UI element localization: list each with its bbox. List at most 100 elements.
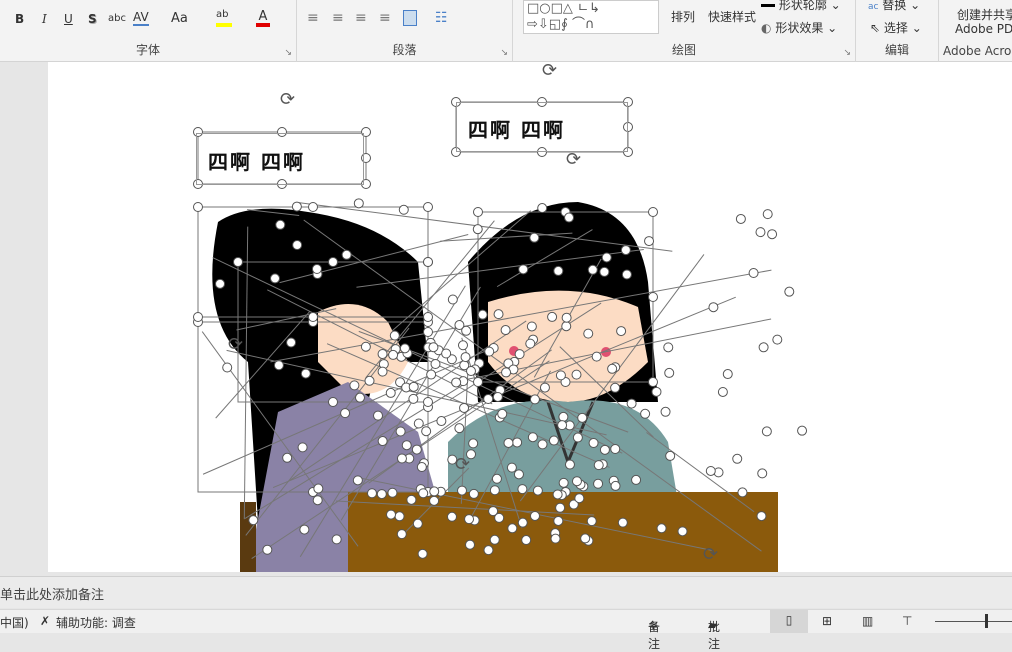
resize-handle[interactable] bbox=[291, 201, 302, 212]
resize-handle[interactable] bbox=[377, 436, 388, 447]
resize-handle[interactable] bbox=[517, 484, 528, 495]
resize-handle[interactable] bbox=[394, 511, 405, 522]
resize-handle[interactable] bbox=[571, 476, 582, 487]
resize-handle[interactable] bbox=[428, 342, 439, 353]
resize-handle[interactable] bbox=[558, 411, 569, 422]
resize-handle[interactable] bbox=[473, 207, 483, 217]
resize-handle[interactable] bbox=[758, 342, 769, 353]
resize-handle[interactable] bbox=[468, 438, 479, 449]
resize-handle[interactable] bbox=[656, 523, 667, 534]
resize-handle[interactable] bbox=[457, 485, 468, 496]
resize-handle[interactable] bbox=[513, 469, 524, 480]
normal-view-button[interactable]: ▯ bbox=[770, 610, 808, 633]
resize-handle[interactable] bbox=[464, 514, 475, 525]
resize-handle[interactable] bbox=[677, 526, 688, 537]
resize-handle[interactable] bbox=[377, 349, 388, 360]
resize-handle[interactable] bbox=[426, 369, 437, 380]
zoom-slider-thumb[interactable] bbox=[985, 614, 988, 628]
resize-handle[interactable] bbox=[599, 266, 610, 277]
resize-handle[interactable] bbox=[555, 370, 566, 381]
resize-handle[interactable] bbox=[526, 321, 537, 332]
resize-handle[interactable] bbox=[548, 435, 559, 446]
italic-button[interactable]: I bbox=[42, 12, 47, 26]
resize-handle[interactable] bbox=[493, 309, 504, 320]
slideshow-button[interactable]: ⊤ bbox=[902, 614, 912, 628]
resize-handle[interactable] bbox=[784, 286, 795, 297]
resize-handle[interactable] bbox=[507, 523, 518, 534]
resize-handle[interactable] bbox=[423, 397, 433, 407]
resize-handle[interactable] bbox=[417, 548, 428, 559]
resize-handle[interactable] bbox=[472, 224, 483, 235]
resize-handle[interactable] bbox=[599, 444, 610, 455]
resize-handle[interactable] bbox=[512, 437, 523, 448]
resize-handle[interactable] bbox=[491, 473, 502, 484]
shadow-button[interactable]: S bbox=[88, 12, 97, 26]
resize-handle[interactable] bbox=[465, 539, 476, 550]
resize-handle[interactable] bbox=[373, 410, 384, 421]
resize-handle[interactable] bbox=[436, 416, 447, 427]
resize-handle[interactable] bbox=[722, 369, 733, 380]
resize-handle[interactable] bbox=[273, 360, 284, 371]
resize-handle[interactable] bbox=[489, 534, 500, 545]
resize-handle[interactable] bbox=[222, 362, 233, 373]
resize-handle[interactable] bbox=[423, 312, 433, 322]
arrange-button[interactable]: 排列 bbox=[671, 8, 695, 25]
resize-handle[interactable] bbox=[193, 312, 203, 322]
resize-handle[interactable] bbox=[648, 377, 658, 387]
resize-handle[interactable] bbox=[772, 334, 783, 345]
dialog-launcher-icon[interactable]: ↘ bbox=[500, 48, 508, 58]
resize-handle[interactable] bbox=[518, 264, 529, 275]
resize-handle[interactable] bbox=[416, 462, 427, 473]
resize-handle[interactable] bbox=[468, 488, 479, 499]
reading-view-button[interactable]: ▥ bbox=[862, 614, 873, 628]
shape-outline-button[interactable]: 形状轮廓 ⌄ bbox=[761, 0, 841, 13]
resize-handle[interactable] bbox=[360, 341, 371, 352]
resize-handle[interactable] bbox=[423, 257, 433, 267]
resize-handle[interactable] bbox=[550, 533, 561, 544]
resize-handle[interactable] bbox=[389, 330, 400, 341]
resize-handle[interactable] bbox=[484, 346, 495, 357]
resize-handle[interactable] bbox=[529, 394, 540, 405]
resize-handle[interactable] bbox=[735, 213, 746, 224]
resize-handle[interactable] bbox=[473, 377, 483, 387]
resize-handle[interactable] bbox=[299, 524, 310, 535]
textbox-1-text[interactable]: 四啊 四啊 bbox=[208, 146, 305, 175]
resize-handle[interactable] bbox=[527, 432, 538, 443]
resize-handle[interactable] bbox=[665, 450, 676, 461]
resize-handle[interactable] bbox=[552, 489, 563, 500]
highlight-icon[interactable]: ab bbox=[216, 9, 232, 27]
resize-handle[interactable] bbox=[441, 348, 452, 359]
resize-handle[interactable] bbox=[483, 393, 494, 404]
resize-handle[interactable] bbox=[423, 202, 433, 212]
resize-handle[interactable] bbox=[395, 426, 406, 437]
resize-handle[interactable] bbox=[757, 468, 768, 479]
language-indicator[interactable]: 中国) bbox=[0, 614, 29, 631]
resize-handle[interactable] bbox=[341, 249, 352, 260]
slide-canvas[interactable]: ⟳ ⟳ ⟳ ⟳ ⟳ ⟳ 四啊 四啊 四啊 四啊 bbox=[48, 62, 1012, 572]
resize-handle[interactable] bbox=[418, 488, 429, 499]
resize-handle[interactable] bbox=[423, 327, 433, 337]
resize-handle[interactable] bbox=[586, 516, 597, 527]
resize-handle[interactable] bbox=[521, 535, 532, 546]
resize-handle[interactable] bbox=[616, 326, 627, 337]
resize-handle[interactable] bbox=[529, 232, 540, 243]
resize-handle[interactable] bbox=[413, 418, 424, 429]
resize-handle[interactable] bbox=[349, 380, 360, 391]
resize-handle[interactable] bbox=[312, 495, 323, 506]
resize-handle[interactable] bbox=[547, 311, 558, 322]
rotate-handle-icon[interactable]: ⟳ bbox=[542, 62, 557, 81]
zoom-slider[interactable] bbox=[935, 621, 1012, 622]
resize-handle[interactable] bbox=[300, 368, 311, 379]
resize-handle[interactable] bbox=[460, 352, 471, 363]
textbox-2-text[interactable]: 四啊 四啊 bbox=[468, 114, 565, 143]
resize-handle[interactable] bbox=[501, 367, 512, 378]
strikethrough-button[interactable]: abc bbox=[108, 13, 126, 24]
resize-handle[interactable] bbox=[412, 518, 423, 529]
resize-handle[interactable] bbox=[561, 312, 572, 323]
shape-effects-button[interactable]: ◐ 形状效果 ⌄ bbox=[761, 19, 837, 36]
resize-handle[interactable] bbox=[477, 309, 488, 320]
bold-button[interactable]: B bbox=[15, 12, 24, 26]
resize-handle[interactable] bbox=[466, 366, 477, 377]
resize-handle[interactable] bbox=[717, 386, 728, 397]
resize-handle[interactable] bbox=[571, 369, 582, 380]
